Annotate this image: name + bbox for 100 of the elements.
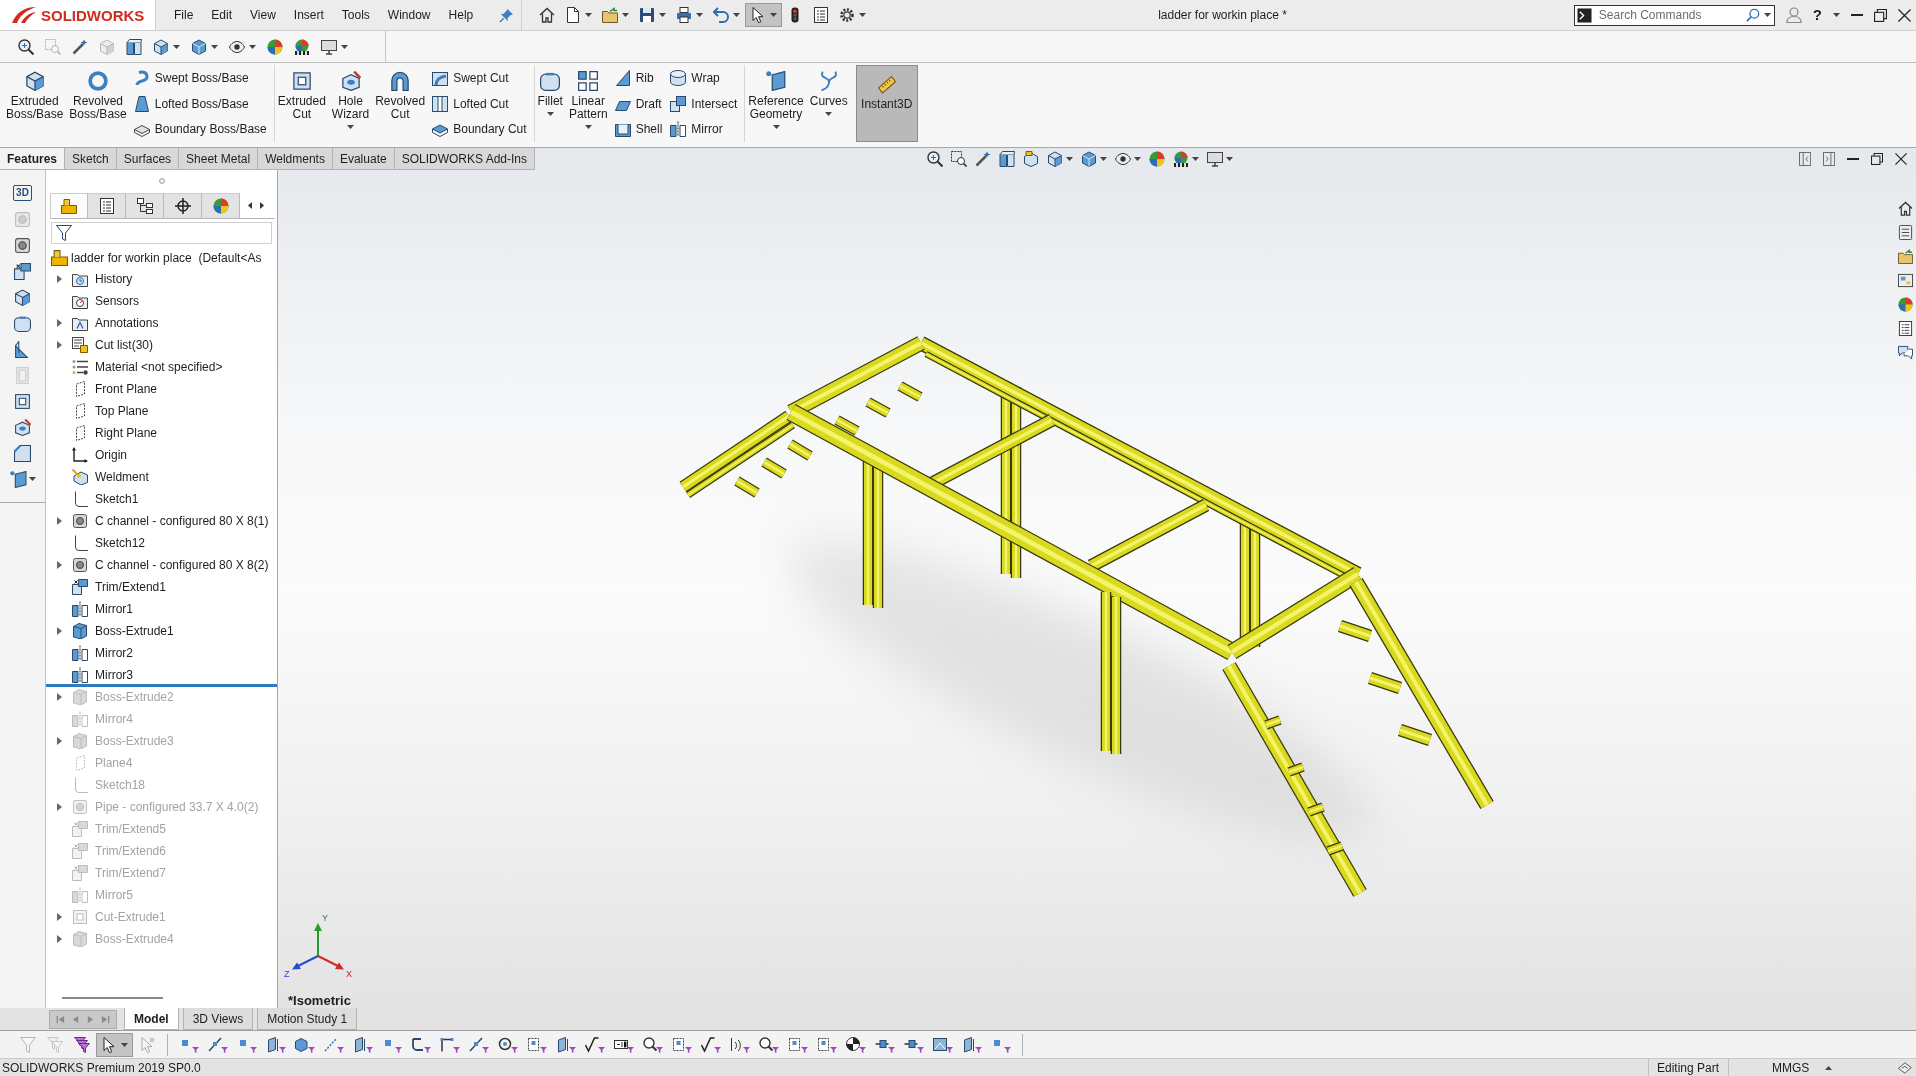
diamond-icon[interactable]	[1898, 1061, 1912, 1074]
command-button[interactable]: Lofted Boss/Base	[130, 90, 270, 117]
expand-arrow-icon[interactable]	[56, 341, 62, 349]
select-button[interactable]	[96, 1032, 133, 1057]
command-button[interactable]: Swept Cut	[429, 65, 530, 91]
left-arrow-icon[interactable]	[248, 202, 252, 209]
tab[interactable]: Features	[0, 148, 66, 170]
menu-item[interactable]: Tools	[332, 5, 379, 25]
restore-icon[interactable]	[1874, 8, 1887, 22]
feature-item[interactable]: Front Plane	[95, 382, 158, 396]
feature-item[interactable]: Cut list(30)	[95, 338, 153, 352]
home-icon[interactable]	[1897, 201, 1913, 216]
expand-arrow-icon[interactable]	[56, 803, 62, 811]
display-manager-tab[interactable]	[202, 193, 240, 218]
expand-arrow-icon[interactable]	[56, 627, 62, 635]
command-button[interactable]: Extruded Cut	[275, 65, 328, 142]
feature-item[interactable]: Weldment	[95, 470, 149, 484]
tab[interactable]: 3D Views	[182, 1008, 254, 1030]
filter-field[interactable]	[51, 222, 272, 244]
menu-item[interactable]: Edit	[202, 5, 242, 25]
command-button[interactable]: Wrap	[667, 65, 741, 91]
list-panel-icon[interactable]	[1897, 321, 1913, 336]
close-icon[interactable]	[1898, 8, 1911, 22]
caret-icon[interactable]	[1833, 13, 1840, 17]
command-button[interactable]: Boundary Boss/Base	[130, 116, 270, 142]
command-button[interactable]: Curves	[807, 65, 850, 142]
restore-icon[interactable]	[1871, 153, 1883, 165]
feature-item[interactable]: Boss-Extrude1	[95, 624, 174, 638]
command-button[interactable]: Hole Wizard	[329, 65, 372, 142]
feature-item[interactable]: Sketch12	[95, 536, 146, 550]
command-button[interactable]: Shell	[611, 116, 666, 142]
pin-icon[interactable]	[499, 7, 515, 23]
tab[interactable]: Sheet Metal	[179, 148, 259, 170]
command-button[interactable]: Swept Boss/Base	[130, 65, 270, 91]
menu-item[interactable]: Help	[439, 5, 483, 25]
tab[interactable]: Model	[124, 1008, 179, 1030]
configuration-manager-tab[interactable]	[126, 193, 164, 218]
feature-manager-tab[interactable]	[50, 193, 88, 218]
menu-item[interactable]: View	[241, 5, 285, 25]
tab[interactable]: Evaluate	[332, 148, 395, 170]
right-arrow-icon[interactable]	[260, 202, 264, 209]
command-button[interactable]: Linear Pattern	[566, 65, 610, 142]
feature-item[interactable]: Material <not specified>	[95, 360, 223, 374]
feature-item[interactable]: Right Plane	[95, 426, 158, 440]
command-button[interactable]: Rib	[611, 65, 666, 91]
parts-stack-icon[interactable]	[1897, 225, 1913, 240]
feature-item[interactable]: Mirror3	[95, 668, 133, 682]
search-icon[interactable]	[1745, 8, 1760, 22]
feature-item[interactable]: Mirror2	[95, 646, 133, 660]
tab[interactable]: Sketch	[65, 148, 117, 170]
tab[interactable]: Motion Study 1	[257, 1008, 358, 1030]
feature-item[interactable]: Annotations	[95, 316, 159, 330]
tile-left-icon[interactable]	[1798, 152, 1811, 166]
feature-item[interactable]: Trim/Extend1	[95, 580, 166, 594]
command-button[interactable]: Revolved Cut	[373, 65, 428, 142]
part-name[interactable]: ladder for workin place (Default<As	[71, 250, 262, 265]
search-input[interactable]: Search Commands	[1595, 6, 1742, 24]
command-button[interactable]: Revolved Boss/Base	[67, 65, 129, 142]
user-icon[interactable]	[1785, 7, 1802, 23]
command-button[interactable]: Intersect	[667, 90, 741, 117]
grip-dot-icon[interactable]	[158, 177, 165, 184]
feature-item[interactable]: Sketch1	[95, 492, 139, 506]
expand-arrow-icon[interactable]	[56, 319, 62, 327]
feature-item[interactable]: Sensors	[95, 294, 140, 308]
command-button[interactable]: Boundary Cut	[429, 116, 530, 142]
caret-up-icon[interactable]	[1825, 1065, 1833, 1070]
feature-item[interactable]: C channel - configured 80 X 8(1)	[95, 514, 269, 528]
command-button[interactable]: Fillet	[535, 65, 565, 142]
feature-item[interactable]: Top Plane	[95, 404, 149, 418]
expand-arrow-icon[interactable]	[56, 517, 62, 525]
feature-item[interactable]: Origin	[95, 448, 127, 462]
menu-item[interactable]: Window	[378, 5, 440, 25]
help-button[interactable]: ?	[1812, 6, 1822, 24]
menu-item[interactable]: File	[165, 5, 203, 25]
scrollbar-thumb[interactable]	[62, 997, 163, 999]
tab[interactable]: Weldments	[258, 148, 333, 170]
expand-arrow-icon[interactable]	[56, 737, 62, 745]
caret-icon[interactable]	[1763, 13, 1771, 17]
chat-bubbles-icon[interactable]	[1897, 345, 1913, 360]
feature-item[interactable]: Mirror1	[95, 602, 133, 616]
sphere-quadrants-icon[interactable]	[1897, 297, 1913, 312]
close-icon[interactable]	[1895, 153, 1907, 165]
command-button[interactable]: Draft	[611, 90, 666, 117]
folder-icon[interactable]	[1897, 249, 1913, 264]
feature-item[interactable]: C channel - configured 80 X 8(2)	[95, 558, 269, 572]
select-button[interactable]	[745, 3, 783, 27]
command-button[interactable]: Extruded Boss/Base	[4, 65, 66, 142]
menu-item[interactable]: Insert	[284, 5, 333, 25]
feature-item[interactable]: History	[95, 272, 133, 286]
tile-right-icon[interactable]	[1822, 152, 1835, 166]
property-manager-tab[interactable]	[88, 193, 126, 218]
unit-system[interactable]: MMGS	[1771, 1060, 1810, 1075]
expand-arrow-icon[interactable]	[56, 935, 62, 943]
expand-arrow-icon[interactable]	[56, 275, 62, 283]
view-palette-icon[interactable]	[1897, 273, 1913, 288]
command-button[interactable]: Lofted Cut	[429, 90, 530, 117]
toggle-button[interactable]: Instant3D	[855, 65, 918, 142]
expand-arrow-icon[interactable]	[56, 561, 62, 569]
expand-arrow-icon[interactable]	[56, 913, 62, 921]
dimxpert-tab[interactable]	[164, 193, 202, 218]
